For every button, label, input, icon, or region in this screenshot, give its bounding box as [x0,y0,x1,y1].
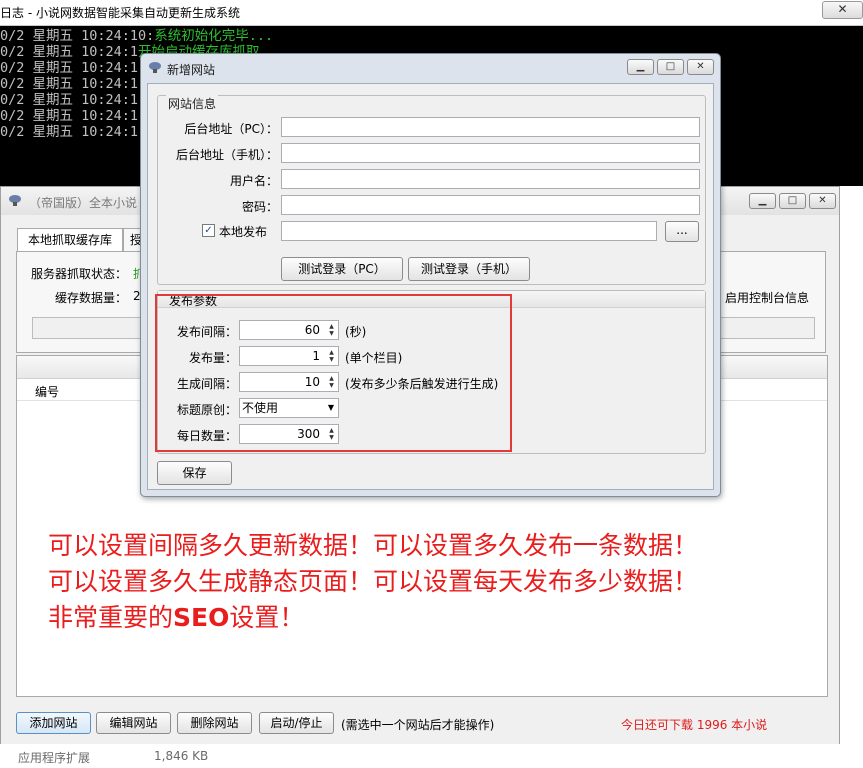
test-login-mobile-button[interactable]: 测试登录（手机） [408,257,530,281]
annotation-line-1: 可以设置间隔多久更新数据！可以设置多久发布一条数据！ [48,531,699,560]
seo-annotation: 可以设置间隔多久更新数据！可以设置多久发布一条数据！ 可以设置多久生成静态页面！… [48,528,698,636]
dialog-close-button[interactable]: ✕ [687,59,714,75]
tab-local-cache[interactable]: 本地抓取缓存库 [17,228,123,252]
backend-pc-input[interactable] [281,117,700,137]
dialog-title: 新增网站 [167,63,216,77]
site-info-group-label: 网站信息 [166,95,219,112]
add-site-button[interactable]: 添加网站 [16,712,91,734]
log-line: 0/2 星期五 10:24:1 [0,60,139,76]
minimize-button[interactable]: ▁ [749,193,776,209]
test-login-pc-button[interactable]: 测试登录（PC） [281,257,403,281]
dialog-titlebar: 新增网站 ▁ □ ✕ [141,54,720,82]
console-close-button[interactable]: ✕ [822,1,863,19]
backend-mobile-input[interactable] [281,143,700,163]
local-path-input[interactable] [281,221,657,241]
delete-site-button[interactable]: 删除网站 [177,712,252,734]
edit-site-button[interactable]: 编辑网站 [96,712,171,734]
password-label: 密码： [241,200,278,214]
maximize-button[interactable]: □ [779,193,806,209]
log-line: 0/2 星期五 10:24:1 [0,76,139,92]
cache-count-label: 缓存数据量： [55,291,128,305]
dialog-minimize-button[interactable]: ▁ [627,59,654,75]
backend-mobile-label: 后台地址（手机）： [175,148,278,162]
username-input[interactable] [281,169,700,189]
highlight-box [155,294,512,452]
save-button[interactable]: 保存 [157,461,232,485]
log-line: 0/2 星期五 10:24:1 [0,108,139,124]
start-stop-button[interactable]: 启动/停止 [259,712,334,734]
app-logo-icon [9,195,21,206]
close-button[interactable]: ✕ [809,193,836,209]
main-title: （帝国版）全本小说 [29,196,138,210]
log-line: 0/2 星期五 10:24:1 [0,92,139,108]
file-size: 1,846 KB [154,749,209,763]
local-publish-label: 本地发布 [219,225,268,239]
local-publish-checkbox[interactable]: ✓ [202,224,215,237]
password-input[interactable] [281,195,700,215]
app-logo-icon [149,62,161,73]
column-id[interactable]: 编号 [35,383,59,400]
console-title: 日志 - 小说网数据智能采集自动更新生成系统 [0,6,240,20]
browse-button[interactable]: ... [665,221,699,242]
explorer-statusbar: 应用程序扩展 1,846 KB [0,744,863,768]
download-notice: 今日还可下载 1996 本小说 [621,718,768,732]
selection-hint: (需选中一个网站后才能操作) [341,718,495,732]
log-line: 0/2 星期五 10:24:1 [0,124,139,140]
annotation-line-2: 可以设置多久生成静态页面！可以设置每天发布多少数据！ [48,567,699,596]
console-info-label[interactable]: 启用控制台信息 [725,289,809,306]
log-line: 0/2 星期五 10:24:10:系统初始化完毕... [0,28,274,44]
server-status-label: 服务器抓取状态： [31,267,128,281]
username-label: 用户名： [229,174,278,188]
site-info-group: 网站信息 后台地址（PC）： 后台地址（手机）： 用户名： 密码： ✓ 本地发布… [157,95,706,285]
file-type: 应用程序扩展 [18,751,91,765]
backend-pc-label: 后台地址（PC）： [184,122,278,136]
annotation-line-3: 非常重要的SEO设置！ [48,603,305,632]
dialog-maximize-button[interactable]: □ [657,59,684,75]
console-titlebar: 日志 - 小说网数据智能采集自动更新生成系统 ✕ [0,0,863,26]
